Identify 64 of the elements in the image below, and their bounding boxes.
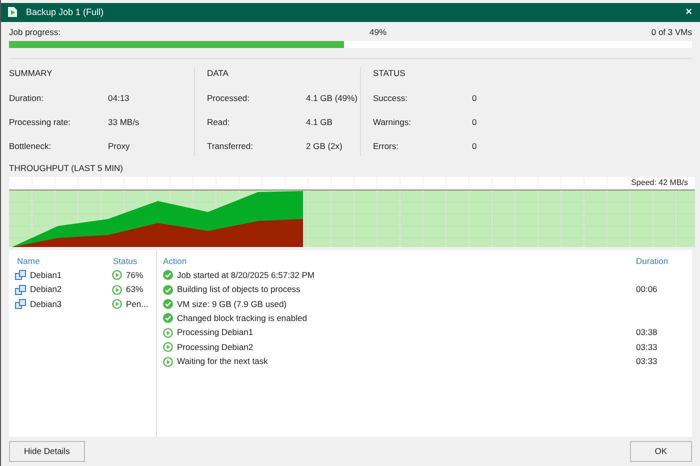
- field-label: Success:: [373, 92, 408, 106]
- vm-status: 76%: [126, 268, 144, 282]
- log-action: Processing Debian1: [177, 326, 254, 340]
- log-action: Processing Debian2: [177, 340, 254, 354]
- play-icon: [163, 342, 173, 352]
- log-duration: 00:06: [636, 283, 658, 296]
- vm-status: Pen...: [126, 298, 148, 310]
- vm-icon: [15, 284, 26, 295]
- field-label: Transferred:: [207, 140, 254, 153]
- field-label: Duration:: [9, 92, 44, 106]
- field-label: Errors:: [373, 140, 400, 153]
- column-header: Action: [163, 254, 187, 268]
- field-value: 4.1 GB: [306, 117, 332, 128]
- progress-label: Job progress:: [9, 26, 60, 39]
- column-header: Duration: [636, 254, 670, 268]
- log-duration: 03:33: [636, 355, 658, 368]
- field-label: Processing rate:: [9, 116, 72, 129]
- vm-name: Debian2: [30, 283, 63, 296]
- vm-name: Debian1: [30, 268, 63, 282]
- play-icon: [112, 299, 122, 310]
- field-value: 2 GB (2x): [306, 140, 342, 151]
- log-action: Job started at 8/20/2025 6:57:32 PM: [177, 268, 315, 282]
- play-icon: [112, 270, 122, 280]
- field-value: 4.1 GB (49%): [306, 93, 358, 104]
- vm-status: 63%: [126, 283, 144, 296]
- log-action: Waiting for the next task: [177, 355, 268, 368]
- check-icon: [163, 270, 173, 280]
- ok-button[interactable]: OK: [630, 441, 692, 462]
- play-icon: [163, 328, 173, 338]
- column-header: Status: [113, 254, 138, 268]
- check-icon: [163, 299, 173, 310]
- check-icon: [163, 284, 173, 295]
- vm-icon: [15, 270, 26, 280]
- log-action: Changed block tracking is enabled: [177, 312, 307, 325]
- hide-details-button[interactable]: Hide Details: [9, 441, 85, 462]
- section-heading: STATUS: [373, 66, 406, 80]
- document-icon: [7, 6, 18, 18]
- field-label: Processed:: [207, 92, 251, 106]
- field-value: 04:13: [108, 93, 130, 104]
- section-heading: SUMMARY: [9, 66, 54, 80]
- log-duration: 03:33: [636, 340, 658, 354]
- log-action: VM size: 9 GB (7.9 GB used): [177, 298, 287, 310]
- section-heading: THROUGHPUT (LAST 5 MIN): [9, 162, 123, 173]
- vm-name: Debian3: [30, 298, 63, 310]
- close-button[interactable]: ×: [684, 6, 694, 18]
- log-duration: 03:38: [636, 326, 658, 340]
- play-icon: [112, 284, 122, 295]
- field-label: Bottleneck:: [9, 140, 52, 153]
- field-label: Read:: [207, 116, 231, 129]
- check-icon: [163, 313, 173, 324]
- field-value: 33 MB/s: [108, 117, 140, 128]
- field-value: 0: [472, 93, 477, 104]
- play-icon: [163, 356, 173, 367]
- progress-percent: 49%: [370, 26, 387, 39]
- field-value: Proxy: [108, 140, 130, 151]
- column-header: Name: [16, 254, 41, 268]
- vm-count: 0 of 3 VMs: [651, 26, 692, 39]
- window-title: Backup Job 1 (Full): [26, 6, 105, 19]
- section-heading: DATA: [207, 66, 230, 80]
- vm-icon: [15, 299, 26, 310]
- field-label: Warnings:: [373, 116, 412, 129]
- field-value: 0: [472, 117, 477, 128]
- field-value: 0: [472, 140, 477, 151]
- log-action: Building list of objects to process: [177, 283, 300, 296]
